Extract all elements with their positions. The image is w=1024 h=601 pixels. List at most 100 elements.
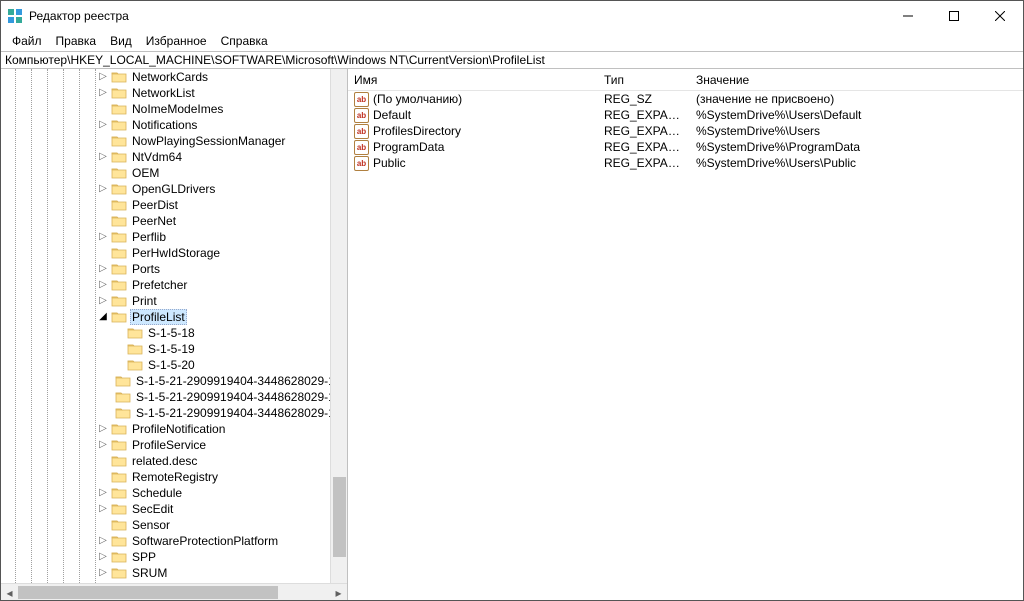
tree-item[interactable]: ▷Prefetcher <box>1 277 347 293</box>
column-type[interactable]: Тип <box>598 69 690 90</box>
maximize-button[interactable] <box>931 1 977 31</box>
tree-item-label: NtVdm64 <box>130 150 184 164</box>
value-name: ProgramData <box>373 140 444 154</box>
tree-item[interactable]: ▷NetworkCards <box>1 69 347 85</box>
folder-icon <box>111 182 127 196</box>
value-data-cell: (значение не присвоено) <box>690 92 1023 106</box>
tree-item-label: Notifications <box>130 118 199 132</box>
tree-item[interactable]: ▷Ports <box>1 261 347 277</box>
folder-icon <box>111 150 127 164</box>
tree-item-label: OEM <box>130 166 161 180</box>
expand-icon[interactable]: ▷ <box>97 486 109 498</box>
scrollbar-thumb[interactable] <box>333 477 346 557</box>
minimize-button[interactable] <box>885 1 931 31</box>
tree-item[interactable]: RemoteRegistry <box>1 469 347 485</box>
expand-icon[interactable]: ▷ <box>97 566 109 578</box>
menu-справка[interactable]: Справка <box>214 32 275 50</box>
tree-item[interactable]: S-1-5-21-2909919404-3448628029-189704808… <box>1 373 347 389</box>
menu-избранное[interactable]: Избранное <box>139 32 214 50</box>
expand-icon[interactable]: ▷ <box>97 550 109 562</box>
tree-item[interactable]: ▷ProfileService <box>1 437 347 453</box>
expand-icon[interactable]: ▷ <box>97 86 109 98</box>
scroll-left-arrow[interactable]: ◂ <box>1 584 18 600</box>
value-row[interactable]: abDefaultREG_EXPAND_SZ%SystemDrive%\User… <box>348 107 1023 123</box>
blank <box>97 166 109 178</box>
tree-item-label: RemoteRegistry <box>130 470 220 484</box>
folder-icon <box>111 246 127 260</box>
value-row[interactable]: abProgramDataREG_EXPAND_SZ%SystemDrive%\… <box>348 139 1023 155</box>
tree-item[interactable]: PeerDist <box>1 197 347 213</box>
folder-icon <box>111 518 127 532</box>
tree-item[interactable]: ◢ProfileList <box>1 309 347 325</box>
tree-item[interactable]: ▷ SecEdit <box>1 501 347 517</box>
folder-icon <box>111 294 127 308</box>
expand-icon[interactable]: ▷ <box>97 230 109 242</box>
blank <box>97 102 109 114</box>
tree-item[interactable]: S-1-5-18 <box>1 325 347 341</box>
value-type-cell: REG_EXPAND_SZ <box>598 108 690 122</box>
column-name[interactable]: Имя <box>348 69 598 90</box>
tree-item[interactable]: ▷SoftwareProtectionPlatform <box>1 533 347 549</box>
address-bar[interactable]: Компьютер\HKEY_LOCAL_MACHINE\SOFTWARE\Mi… <box>1 51 1023 69</box>
tree-item-label: SecEdit <box>130 502 175 516</box>
tree-item[interactable]: ▷SRUM <box>1 565 347 581</box>
expand-icon[interactable]: ▷ <box>97 422 109 434</box>
expand-icon[interactable]: ▷ <box>97 534 109 546</box>
expand-icon[interactable]: ▷ <box>97 118 109 130</box>
tree-item[interactable]: S-1-5-19 <box>1 341 347 357</box>
menu-вид[interactable]: Вид <box>103 32 139 50</box>
window-title: Редактор реестра <box>29 9 885 23</box>
tree-item[interactable]: ▷SPP <box>1 549 347 565</box>
expand-icon[interactable]: ▷ <box>97 438 109 450</box>
string-value-icon: ab <box>354 140 369 155</box>
tree-item[interactable]: OEM <box>1 165 347 181</box>
tree-vertical-scrollbar[interactable] <box>330 69 347 583</box>
tree-item[interactable]: ▷Schedule <box>1 485 347 501</box>
tree-item[interactable]: ▷ProfileNotification <box>1 421 347 437</box>
tree-item[interactable]: ▷Print <box>1 293 347 309</box>
tree-item-label: Perflib <box>130 230 168 244</box>
scrollbar-thumb[interactable] <box>18 586 278 599</box>
tree-horizontal-scrollbar[interactable]: ◂ ▸ <box>1 583 347 600</box>
expand-icon[interactable]: ▷ <box>97 150 109 162</box>
tree-item[interactable]: ▷ NetworkList <box>1 85 347 101</box>
value-row[interactable]: abPublicREG_EXPAND_SZ%SystemDrive%\Users… <box>348 155 1023 171</box>
tree-item[interactable]: PeerNet <box>1 213 347 229</box>
expand-icon[interactable]: ▷ <box>97 502 109 514</box>
tree-item[interactable]: ▷ Notifications <box>1 117 347 133</box>
tree-item[interactable]: S-1-5-21-2909919404-3448628029-189704808… <box>1 389 347 405</box>
menu-правка[interactable]: Правка <box>49 32 104 50</box>
expand-icon[interactable]: ▷ <box>97 278 109 290</box>
value-row[interactable]: ab(По умолчанию)REG_SZ(значение не присв… <box>348 91 1023 107</box>
folder-icon <box>111 534 127 548</box>
tree-item[interactable]: PerHwIdStorage <box>1 245 347 261</box>
blank <box>113 326 125 338</box>
tree-item[interactable]: S-1-5-21-2909919404-3448628029-189704808… <box>1 405 347 421</box>
scroll-right-arrow[interactable]: ▸ <box>330 584 347 600</box>
tree-item[interactable]: related.desc <box>1 453 347 469</box>
tree-item-label: NetworkList <box>130 86 197 100</box>
titlebar[interactable]: Редактор реестра <box>1 1 1023 31</box>
tree-item[interactable]: ▷ NtVdm64 <box>1 149 347 165</box>
collapse-icon[interactable]: ◢ <box>97 310 109 322</box>
close-button[interactable] <box>977 1 1023 31</box>
tree-item[interactable]: ▷OpenGLDrivers <box>1 181 347 197</box>
expand-icon[interactable]: ▷ <box>97 182 109 194</box>
value-name-cell: ab(По умолчанию) <box>348 92 598 107</box>
folder-icon <box>127 358 143 372</box>
registry-tree[interactable]: ▷NetworkCards▷NetworkListNoImeModeImes▷N… <box>1 69 347 600</box>
menu-файл[interactable]: Файл <box>5 32 49 50</box>
expand-icon[interactable]: ▷ <box>97 294 109 306</box>
values-list[interactable]: ab(По умолчанию)REG_SZ(значение не присв… <box>348 91 1023 171</box>
tree-item[interactable]: Sensor <box>1 517 347 533</box>
tree-item[interactable]: S-1-5-20 <box>1 357 347 373</box>
expand-icon[interactable]: ▷ <box>97 262 109 274</box>
column-data[interactable]: Значение <box>690 69 1023 90</box>
tree-item[interactable]: NoImeModeImes <box>1 101 347 117</box>
value-type-cell: REG_SZ <box>598 92 690 106</box>
folder-icon <box>111 486 127 500</box>
tree-item[interactable]: ▷ Perflib <box>1 229 347 245</box>
tree-item[interactable]: NowPlayingSessionManager <box>1 133 347 149</box>
expand-icon[interactable]: ▷ <box>97 70 109 82</box>
value-row[interactable]: abProfilesDirectoryREG_EXPAND_SZ%SystemD… <box>348 123 1023 139</box>
